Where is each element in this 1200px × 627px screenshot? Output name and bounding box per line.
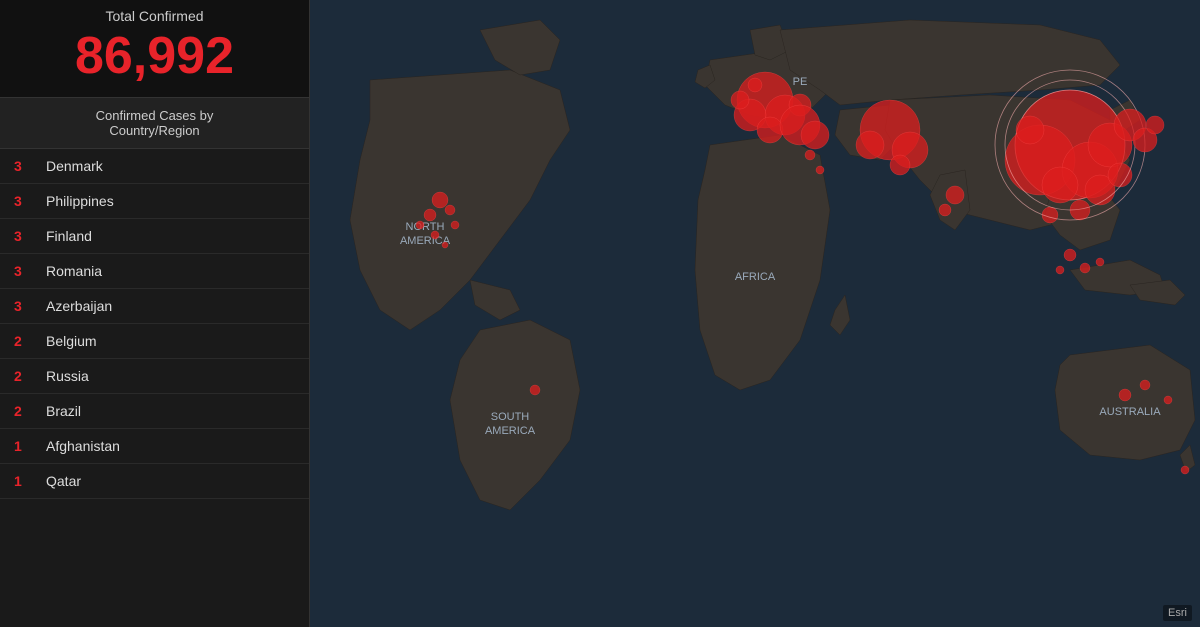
mideast-bubble2 bbox=[890, 155, 910, 175]
nz-bubble bbox=[1181, 466, 1189, 474]
country-name: Finland bbox=[46, 228, 92, 244]
south-america-label2: AMERICA bbox=[485, 425, 536, 437]
china-bubble7 bbox=[1016, 116, 1044, 144]
country-list[interactable]: 3 Denmark 3 Philippines 3 Finland 3 Romania 3 Aze… bbox=[0, 149, 309, 627]
list-item[interactable]: 3 Finland bbox=[0, 219, 309, 254]
country-name: Philippines bbox=[46, 193, 114, 209]
egypt-bubble bbox=[805, 150, 815, 160]
usa-bubble5 bbox=[416, 221, 424, 229]
map-panel: NORTH AMERICA SOUTH AMERICA AFRICA PE AU… bbox=[310, 0, 1200, 627]
country-name: Romania bbox=[46, 263, 102, 279]
europe-bubble4 bbox=[757, 117, 783, 143]
country-count: 3 bbox=[14, 158, 36, 174]
country-count: 1 bbox=[14, 438, 36, 454]
country-name: Qatar bbox=[46, 473, 81, 489]
total-confirmed-box: Total Confirmed 86,992 bbox=[0, 0, 309, 98]
country-count: 3 bbox=[14, 263, 36, 279]
country-name: Brazil bbox=[46, 403, 81, 419]
usa-bubble7 bbox=[442, 242, 448, 248]
australia-bubble2 bbox=[1140, 380, 1150, 390]
south-america-label: SOUTH bbox=[491, 411, 530, 423]
australia-label: AUSTRALIA bbox=[1099, 406, 1161, 418]
sea-bubble3 bbox=[1096, 258, 1104, 266]
cases-by-country-header: Confirmed Cases byCountry/Region bbox=[0, 98, 309, 149]
china-bubble8 bbox=[1108, 163, 1132, 187]
europe-bubble7 bbox=[748, 78, 762, 92]
list-item[interactable]: 2 Belgium bbox=[0, 324, 309, 359]
country-count: 1 bbox=[14, 473, 36, 489]
china-bubble5 bbox=[1042, 167, 1078, 203]
country-name: Denmark bbox=[46, 158, 103, 174]
africa-bubble1 bbox=[816, 166, 824, 174]
country-count: 3 bbox=[14, 228, 36, 244]
usa-bubble3 bbox=[445, 205, 455, 215]
country-count: 2 bbox=[14, 368, 36, 384]
africa-label: AFRICA bbox=[735, 271, 776, 283]
country-count: 3 bbox=[14, 298, 36, 314]
sea-bubble1 bbox=[1064, 249, 1076, 261]
china-bubble10 bbox=[1042, 207, 1058, 223]
list-item[interactable]: 3 Philippines bbox=[0, 184, 309, 219]
list-item[interactable]: 2 Russia bbox=[0, 359, 309, 394]
list-item[interactable]: 3 Azerbaijan bbox=[0, 289, 309, 324]
total-confirmed-label: Total Confirmed bbox=[14, 8, 295, 24]
sea-bubble4 bbox=[1056, 266, 1064, 274]
australia-bubble1 bbox=[1119, 389, 1131, 401]
europe-label: PE bbox=[793, 76, 808, 88]
brazil-bubble bbox=[530, 385, 540, 395]
list-item[interactable]: 2 Brazil bbox=[0, 394, 309, 429]
india-bubble2 bbox=[939, 204, 951, 216]
country-name: Afghanistan bbox=[46, 438, 120, 454]
country-count: 2 bbox=[14, 333, 36, 349]
india-bubble bbox=[946, 186, 964, 204]
sea-bubble2 bbox=[1080, 263, 1090, 273]
list-item[interactable]: 3 Denmark bbox=[0, 149, 309, 184]
country-name: Belgium bbox=[46, 333, 97, 349]
esri-badge: Esri bbox=[1163, 605, 1192, 621]
list-item[interactable]: 3 Romania bbox=[0, 254, 309, 289]
usa-bubble2 bbox=[424, 209, 436, 221]
australia-bubble3 bbox=[1164, 396, 1172, 404]
usa-bubble6 bbox=[431, 231, 439, 239]
left-panel: Total Confirmed 86,992 Confirmed Cases b… bbox=[0, 0, 310, 627]
country-name: Russia bbox=[46, 368, 89, 384]
country-name: Azerbaijan bbox=[46, 298, 112, 314]
japan-bubble2 bbox=[1146, 116, 1164, 134]
europe-bubble6 bbox=[731, 91, 749, 109]
country-count: 3 bbox=[14, 193, 36, 209]
mideast-bubble bbox=[856, 131, 884, 159]
italy-bubble2 bbox=[801, 121, 829, 149]
country-count: 2 bbox=[14, 403, 36, 419]
usa-bubble4 bbox=[451, 221, 459, 229]
north-america-label: NORTH bbox=[406, 221, 445, 233]
total-confirmed-value: 86,992 bbox=[14, 28, 295, 85]
list-item[interactable]: 1 Qatar bbox=[0, 464, 309, 499]
usa-bubble1 bbox=[432, 192, 448, 208]
list-item[interactable]: 1 Afghanistan bbox=[0, 429, 309, 464]
